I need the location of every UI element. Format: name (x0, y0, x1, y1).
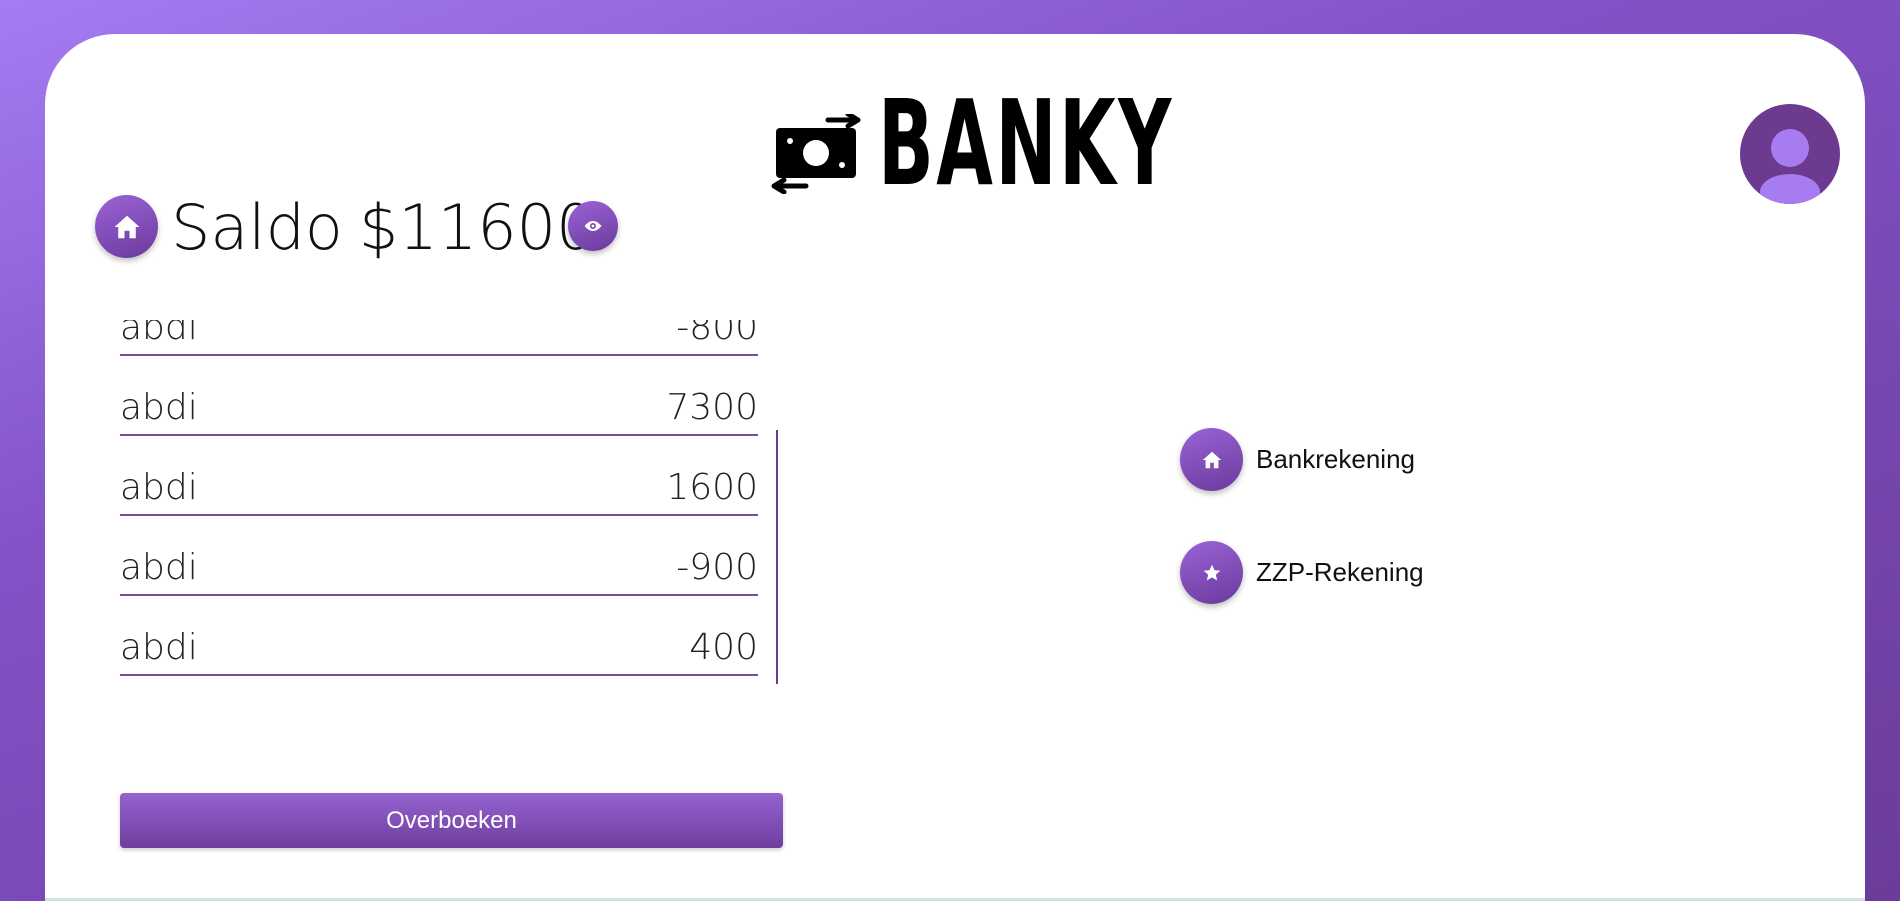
user-icon (1760, 129, 1820, 204)
transaction-scrollbar[interactable] (776, 430, 778, 684)
transaction-name: abdi (120, 547, 198, 588)
star-icon (1203, 564, 1220, 580)
transaction-row[interactable]: abdi -800 (120, 320, 758, 356)
home-button[interactable] (95, 195, 158, 258)
transaction-amount: -900 (676, 547, 758, 588)
transaction-amount: 1600 (666, 467, 758, 508)
home-icon (114, 215, 139, 238)
transaction-amount: -800 (676, 320, 758, 348)
home-icon (1202, 451, 1221, 468)
account-label: ZZP-Rekening (1256, 557, 1424, 587)
transfer-button[interactable]: Overboeken (120, 793, 783, 848)
transaction-amount: 7300 (666, 387, 758, 428)
transaction-list[interactable]: abdi -800 abdi 7300 abdi 1600 abdi -900 … (120, 320, 758, 690)
transaction-name: abdi (120, 467, 198, 508)
account-icon-button[interactable] (1180, 541, 1243, 604)
profile-avatar[interactable] (1740, 104, 1840, 204)
money-transfer-icon (771, 114, 861, 194)
transaction-name: abdi (120, 627, 198, 668)
transaction-name: abdi (120, 387, 198, 428)
account-item-bankrekening[interactable]: Bankrekening (1180, 428, 1415, 491)
transaction-row[interactable]: abdi -900 (120, 540, 758, 596)
account-item-zzp-rekening[interactable]: ZZP-Rekening (1180, 541, 1424, 604)
transaction-amount: 400 (689, 627, 758, 668)
transaction-row[interactable]: abdi 1600 (120, 460, 758, 516)
account-icon-button[interactable] (1180, 428, 1243, 491)
transaction-name: abdi (120, 320, 198, 348)
balance-label: Saldo (171, 191, 343, 264)
balance-display: Saldo $11600 (171, 188, 612, 268)
toggle-balance-visibility-button[interactable] (568, 201, 618, 251)
account-label: Bankrekening (1256, 444, 1415, 474)
transaction-row[interactable]: abdi 7300 (120, 380, 758, 436)
balance-amount: $11600 (358, 191, 596, 264)
transaction-row[interactable]: abdi 400 (120, 620, 758, 676)
eye-icon (584, 221, 602, 231)
brand-name: BANKY (878, 74, 1174, 212)
